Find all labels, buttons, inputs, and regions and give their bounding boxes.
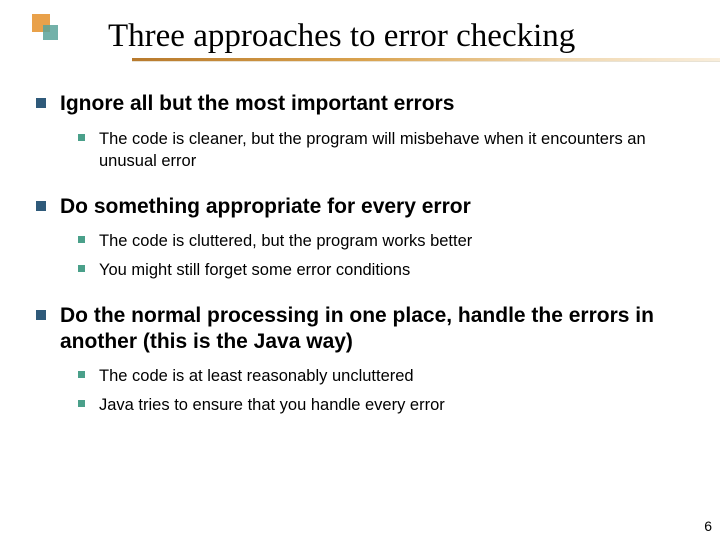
- square-bullet-icon: [36, 310, 46, 320]
- sub-list-item-text: Java tries to ensure that you handle eve…: [99, 394, 445, 416]
- page-number: 6: [704, 518, 712, 534]
- list-item: Do the normal processing in one place, h…: [36, 303, 680, 416]
- square-bullet-icon: [36, 98, 46, 108]
- sub-list-item-text: The code is at least reasonably unclutte…: [99, 365, 414, 387]
- slide-title: Three approaches to error checking: [108, 18, 720, 54]
- sub-list-item-text: The code is cleaner, but the program wil…: [99, 128, 680, 173]
- list-item-text: Do something appropriate for every error: [60, 194, 471, 220]
- list-item: Do something appropriate for every error…: [36, 194, 680, 281]
- sub-list-item: The code is at least reasonably unclutte…: [78, 365, 680, 387]
- square-bullet-icon: [78, 400, 85, 407]
- square-bullet-icon: [78, 265, 85, 272]
- list-item-text: Ignore all but the most important errors: [60, 91, 454, 117]
- list-item: Ignore all but the most important errors…: [36, 91, 680, 172]
- square-bullet-icon: [78, 134, 85, 141]
- sub-list-item: The code is cluttered, but the program w…: [78, 230, 680, 252]
- slide-content: Ignore all but the most important errors…: [0, 67, 720, 416]
- title-area: Three approaches to error checking: [0, 0, 720, 67]
- sub-list-item: The code is cleaner, but the program wil…: [78, 128, 680, 173]
- sub-list-item-text: You might still forget some error condit…: [99, 259, 410, 281]
- title-underline: [132, 58, 720, 61]
- list-item-text: Do the normal processing in one place, h…: [60, 303, 680, 356]
- sub-list-item: You might still forget some error condit…: [78, 259, 680, 281]
- square-bullet-icon: [78, 236, 85, 243]
- square-bullet-icon: [78, 371, 85, 378]
- sub-list-item-text: The code is cluttered, but the program w…: [99, 230, 472, 252]
- square-bullet-icon: [36, 201, 46, 211]
- sub-list-item: Java tries to ensure that you handle eve…: [78, 394, 680, 416]
- title-accent-icon: [32, 14, 58, 40]
